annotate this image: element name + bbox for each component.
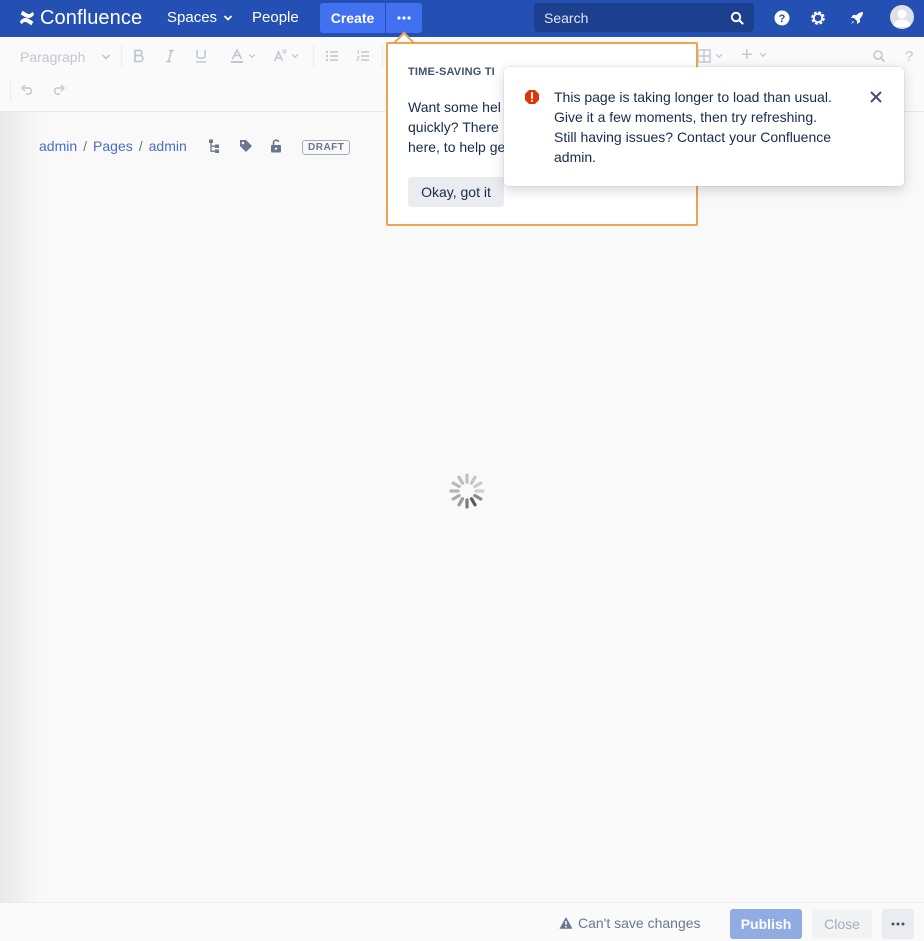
notifications-rocket-icon[interactable] xyxy=(848,9,866,27)
paragraph-dropdown[interactable]: Paragraph xyxy=(20,49,111,65)
paragraph-label: Paragraph xyxy=(20,49,86,65)
flag-message-line: Give it a few moments, then try refreshi… xyxy=(554,109,817,125)
breadcrumb-space[interactable]: admin xyxy=(39,138,77,154)
unlock-icon[interactable] xyxy=(269,139,283,153)
bold-button[interactable] xyxy=(132,49,146,63)
search-box xyxy=(534,3,754,32)
settings-icon[interactable] xyxy=(809,9,827,27)
table-button[interactable] xyxy=(697,49,723,63)
publish-button[interactable]: Publish xyxy=(730,909,802,939)
table-icon xyxy=(697,49,711,63)
underline-button[interactable] xyxy=(194,49,208,63)
text-color-button[interactable] xyxy=(230,49,256,63)
editor-left-margin xyxy=(0,112,42,902)
error-flag-notification: This page is taking longer to load than … xyxy=(504,67,904,186)
toolbar-divider xyxy=(121,45,122,67)
chevron-down-icon xyxy=(223,14,233,21)
numbered-list-button[interactable] xyxy=(356,49,370,63)
plus-icon: + xyxy=(741,44,753,66)
confluence-logo[interactable]: Confluence xyxy=(18,7,142,29)
tips-title: TIME-SAVING TI xyxy=(408,66,495,78)
breadcrumb-pages[interactable]: Pages xyxy=(93,138,133,154)
redo-button[interactable] xyxy=(52,83,66,97)
undo-icon xyxy=(20,84,32,95)
breadcrumb-parent[interactable]: admin xyxy=(149,138,187,154)
search-icon[interactable] xyxy=(730,11,744,25)
ellipsis-icon xyxy=(397,16,411,20)
top-navigation-bar: Confluence Spaces People Create ? xyxy=(0,0,924,37)
breadcrumb-separator: / xyxy=(138,138,143,154)
label-tag-icon[interactable] xyxy=(239,139,253,153)
nav-people[interactable]: People xyxy=(252,9,299,26)
underline-icon xyxy=(196,50,206,63)
numbered-list-icon xyxy=(356,50,369,61)
create-button[interactable]: Create xyxy=(320,3,385,33)
loading-spinner-icon xyxy=(449,473,485,509)
editor-footer: Can't save changes Publish Close xyxy=(0,902,924,941)
page-tree-icon[interactable] xyxy=(208,139,222,153)
text-style-icon xyxy=(273,49,287,62)
save-status: Can't save changes xyxy=(559,915,701,931)
svg-text:?: ? xyxy=(779,13,786,25)
warning-icon xyxy=(559,917,573,929)
user-avatar-icon xyxy=(893,9,911,27)
breadcrumb-separator: / xyxy=(83,138,88,154)
toolbar-divider xyxy=(382,45,383,67)
italic-icon xyxy=(166,49,174,63)
chevron-down-icon xyxy=(102,54,111,60)
bullet-list-icon xyxy=(325,50,338,62)
flag-message: This page is taking longer to load than … xyxy=(554,87,864,167)
more-actions-button[interactable] xyxy=(882,909,914,939)
avatar[interactable] xyxy=(890,5,914,29)
bold-icon xyxy=(134,49,144,63)
okay-got-it-button[interactable]: Okay, got it xyxy=(408,177,504,207)
undo-button[interactable] xyxy=(20,83,34,97)
text-style-button[interactable] xyxy=(273,49,299,63)
search-input[interactable] xyxy=(534,3,732,32)
chevron-down-icon xyxy=(248,53,256,59)
error-icon xyxy=(525,90,539,104)
redo-icon xyxy=(54,84,66,95)
bullet-list-button[interactable] xyxy=(325,49,339,63)
italic-button[interactable] xyxy=(163,49,177,63)
flag-message-line: Still having issues? Contact your Conflu… xyxy=(554,129,832,145)
toolbar-row2-divider xyxy=(10,77,11,101)
close-button[interactable]: Close xyxy=(812,909,872,939)
chevron-down-icon xyxy=(291,53,299,59)
nav-spaces[interactable]: Spaces xyxy=(167,9,233,26)
save-status-text: Can't save changes xyxy=(578,915,701,931)
nav-spaces-label: Spaces xyxy=(167,9,218,26)
help-button[interactable]: ? xyxy=(905,48,913,65)
text-color-icon xyxy=(231,49,243,63)
breadcrumb: admin / Pages / admin xyxy=(39,138,187,154)
chevron-down-icon xyxy=(715,53,723,59)
nav-people-label: People xyxy=(252,9,299,26)
draft-badge: DRAFT xyxy=(302,140,351,155)
chevron-down-icon xyxy=(759,52,766,58)
logo-text: Confluence xyxy=(40,6,143,29)
flag-message-line: admin. xyxy=(554,149,597,165)
toolbar-divider xyxy=(313,45,314,67)
search-icon xyxy=(873,50,886,63)
find-button[interactable] xyxy=(872,49,886,63)
ellipsis-icon xyxy=(891,922,905,926)
question-mark-icon: ? xyxy=(905,48,914,65)
close-icon[interactable] xyxy=(868,89,884,105)
flag-message-line: This page is taking longer to load than … xyxy=(554,89,832,105)
confluence-logo-icon xyxy=(19,10,35,26)
help-icon[interactable]: ? xyxy=(773,9,791,27)
create-more-button[interactable] xyxy=(386,3,422,33)
insert-button[interactable]: + xyxy=(741,44,767,66)
